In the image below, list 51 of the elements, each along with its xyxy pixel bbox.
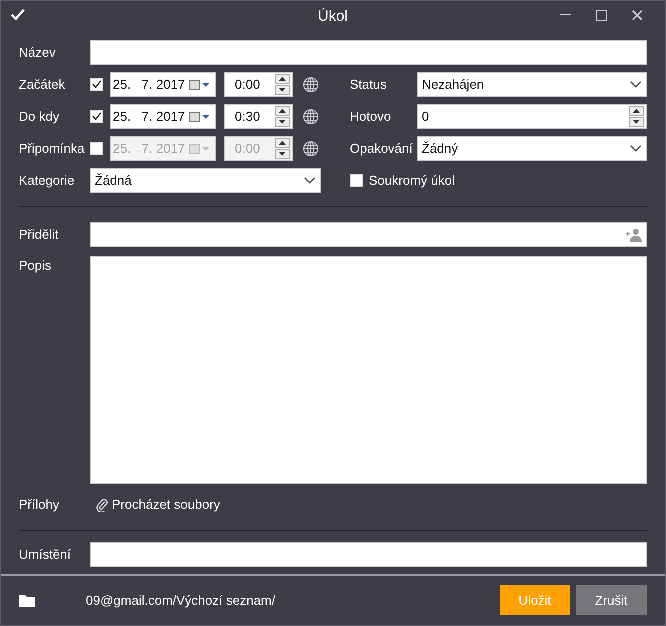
maximize-icon[interactable] xyxy=(596,10,606,21)
folder-path: 09@gmail.com/Výchozí seznam/ xyxy=(86,592,276,608)
chevron-icon xyxy=(630,80,642,89)
field-label: Popis xyxy=(19,256,53,275)
cancel-button[interactable]: Zrušit xyxy=(576,585,647,616)
globe-icon[interactable] xyxy=(303,108,319,125)
chevron-icon xyxy=(304,176,316,185)
spin-buttons[interactable] xyxy=(275,74,290,96)
time-field[interactable]: 0:00 xyxy=(224,72,293,98)
number-field[interactable]: 0 xyxy=(417,104,647,130)
dropdown[interactable]: Žádná xyxy=(90,168,321,194)
description-field[interactable] xyxy=(90,256,647,484)
calendar-icon[interactable] xyxy=(189,80,211,90)
chevron-icon xyxy=(630,144,642,153)
spin-buttons[interactable] xyxy=(629,106,644,128)
minimize-icon[interactable] xyxy=(560,14,570,16)
spin-buttons[interactable] xyxy=(275,138,290,160)
checkbox[interactable] xyxy=(350,174,363,188)
add-person-icon[interactable] xyxy=(626,228,642,242)
time-field[interactable]: 0:30 xyxy=(224,104,293,130)
browse-files-link[interactable]: Procházet soubory xyxy=(96,497,220,512)
calendar-icon[interactable] xyxy=(189,112,211,122)
date-field[interactable]: 25. 7. 2017 xyxy=(110,104,216,130)
field-label: Opakování xyxy=(350,141,414,156)
paperclip-icon xyxy=(96,498,108,512)
globe-icon[interactable] xyxy=(303,76,319,93)
checkbox-label: Soukromý úkol xyxy=(369,173,455,188)
field-label: Přílohy xyxy=(19,497,60,512)
name-field[interactable] xyxy=(90,40,647,66)
checkbox[interactable] xyxy=(90,78,103,92)
check-icon[interactable] xyxy=(11,9,25,22)
close-icon[interactable] xyxy=(632,10,642,21)
field-label: Přidělit xyxy=(19,227,60,242)
spin-buttons[interactable] xyxy=(275,106,290,128)
dropdown[interactable]: Žádný xyxy=(417,136,647,162)
field-label: Název xyxy=(19,45,57,60)
field-label: Připomínka xyxy=(19,141,86,156)
folder-icon xyxy=(19,594,36,607)
field-label: Kategorie xyxy=(19,173,76,188)
date-field[interactable]: 25. 7. 2017 xyxy=(110,72,216,98)
field-label: Umístění xyxy=(19,547,72,562)
location-field[interactable] xyxy=(90,542,647,568)
field-label: Status xyxy=(350,77,388,92)
field-label: Začátek xyxy=(19,77,66,92)
field-label: Hotovo xyxy=(350,109,392,124)
globe-icon[interactable] xyxy=(303,140,319,157)
checkbox[interactable] xyxy=(90,110,103,124)
field-label: Do kdy xyxy=(19,109,60,124)
dropdown[interactable]: Nezahájen xyxy=(417,72,647,98)
window-title: Úkol xyxy=(318,8,348,25)
assign-field[interactable] xyxy=(90,222,647,248)
